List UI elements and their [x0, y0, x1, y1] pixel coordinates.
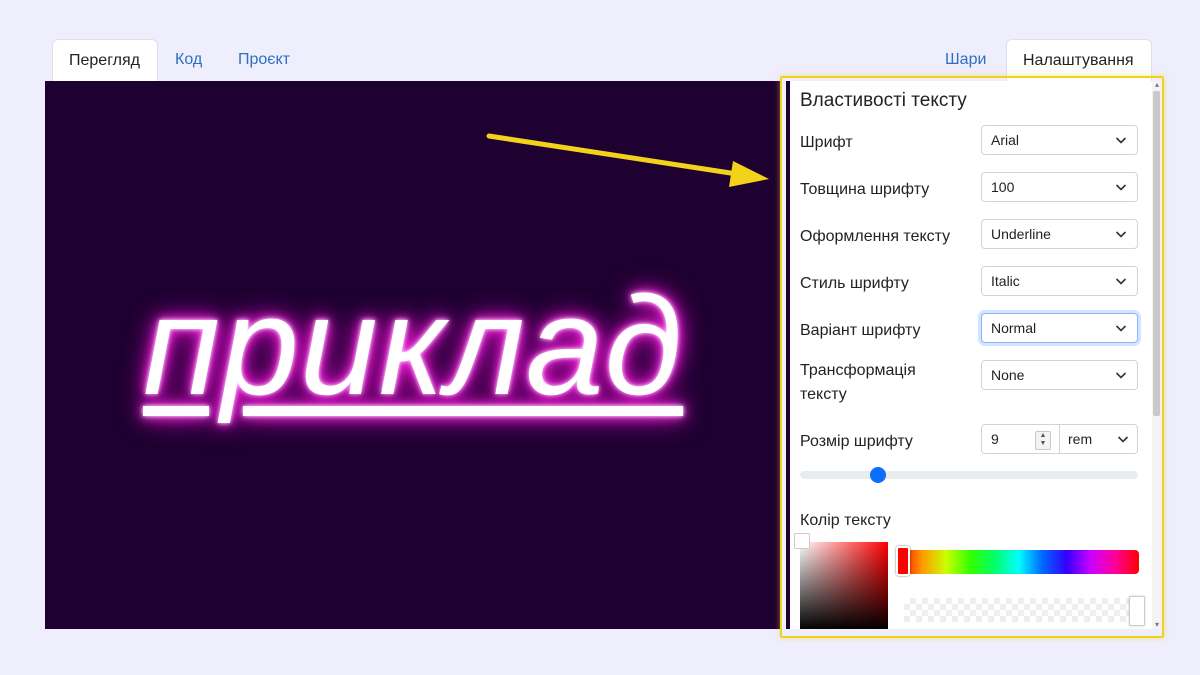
- chevron-down-icon: [1115, 322, 1127, 334]
- tab-project[interactable]: Проєкт: [222, 39, 306, 81]
- font-weight-label: Товщина шрифту: [800, 181, 930, 198]
- preview-canvas: приклад: [45, 81, 781, 629]
- text-transform-select[interactable]: None: [981, 360, 1138, 390]
- tab-layers[interactable]: Шари: [929, 39, 1002, 81]
- text-decoration-select[interactable]: Underline: [981, 219, 1138, 249]
- scroll-up-icon[interactable]: ▴: [1153, 81, 1161, 89]
- font-style-value: Italic: [991, 273, 1020, 289]
- tab-preview[interactable]: Перегляд: [52, 39, 158, 81]
- font-variant-select[interactable]: Normal: [981, 313, 1138, 343]
- hue-slider[interactable]: [898, 550, 1139, 574]
- panel-title: Властивості тексту: [800, 90, 967, 111]
- chevron-down-icon: [1115, 228, 1127, 240]
- text-color-label: Колір тексту: [800, 512, 891, 529]
- tab-settings[interactable]: Налаштування: [1006, 39, 1152, 81]
- hue-handle[interactable]: [896, 546, 910, 576]
- chevron-down-icon: [1115, 369, 1127, 381]
- font-variant-label: Варіант шрифту: [800, 322, 921, 339]
- chevron-down-icon: [1115, 181, 1127, 193]
- font-style-select[interactable]: Italic: [981, 266, 1138, 296]
- saturation-handle[interactable]: [794, 533, 810, 549]
- text-transform-label-line1: Трансформація: [800, 362, 916, 379]
- font-style-label: Стиль шрифту: [800, 275, 909, 292]
- font-size-value: 9: [991, 431, 999, 447]
- font-weight-select[interactable]: 100: [981, 172, 1138, 202]
- font-family-select[interactable]: Arial: [981, 125, 1138, 155]
- font-family-value: Arial: [991, 132, 1020, 148]
- scroll-down-icon[interactable]: ▾: [1153, 621, 1161, 629]
- slider-thumb[interactable]: [869, 467, 886, 483]
- font-size-unit-select[interactable]: rem: [1059, 424, 1138, 454]
- scrollbar-thumb[interactable]: [1153, 91, 1160, 416]
- text-decoration-value: Underline: [991, 226, 1051, 242]
- font-size-unit-value: rem: [1068, 431, 1093, 447]
- alpha-handle[interactable]: [1129, 596, 1145, 626]
- saturation-value-picker[interactable]: [800, 542, 888, 629]
- alpha-slider[interactable]: [904, 598, 1139, 622]
- chevron-down-icon: [1115, 275, 1127, 287]
- text-transform-value: None: [991, 367, 1025, 383]
- font-size-slider[interactable]: [800, 467, 1138, 483]
- text-transform-label: Трансформація тексту: [800, 359, 916, 407]
- panel-divider: [786, 81, 790, 629]
- text-transform-label-line2: тексту: [800, 386, 847, 403]
- font-weight-value: 100: [991, 179, 1015, 195]
- font-family-label: Шрифт: [800, 134, 853, 151]
- font-size-label: Розмір шрифту: [800, 433, 913, 450]
- text-properties-panel: Властивості тексту Шрифт Arial Товщина ш…: [786, 81, 1152, 629]
- font-variant-value: Normal: [991, 320, 1037, 336]
- panel-scrollbar[interactable]: ▴ ▾: [1152, 81, 1162, 629]
- chevron-down-icon: [1115, 134, 1127, 146]
- font-size-input[interactable]: 9 ▲ ▼: [981, 424, 1060, 454]
- spinner-icon[interactable]: ▲ ▼: [1035, 431, 1051, 450]
- tab-code[interactable]: Код: [159, 39, 218, 81]
- chevron-down-icon: [1117, 433, 1129, 445]
- arrow-annotation: [486, 133, 769, 187]
- text-decoration-label: Оформлення тексту: [800, 228, 951, 245]
